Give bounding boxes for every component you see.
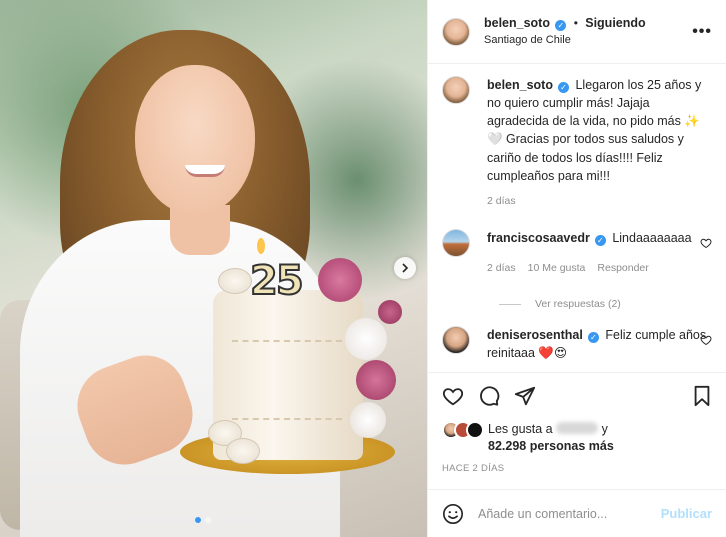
woman-face [135,65,255,215]
avatar[interactable] [442,228,470,257]
likes-prefix: Les gusta a [488,422,553,436]
verified-badge-icon: ✓ [587,332,599,344]
post-viewer: 25 belen_soto ✓ • Siguiendo Santiago de … [0,0,726,537]
macaron [226,438,260,464]
likes-summary[interactable]: Les gusta a y 82.298 personas más [442,421,712,455]
author-username[interactable]: belen_soto [484,16,550,30]
post-header: belen_soto ✓ • Siguiendo Santiago de Chi… [428,0,726,64]
comment-time[interactable]: 2 días [487,261,516,276]
blurred-username [556,422,599,434]
carousel-dots [195,517,211,523]
like-comment-heart-icon[interactable] [700,237,712,249]
post-side-panel: belen_soto ✓ • Siguiendo Santiago de Chi… [427,0,726,537]
pink-rose [356,360,396,400]
separator-dot: • [573,16,578,31]
avatar [466,421,484,439]
caption: belen_soto ✓ Llegaron los 25 años y no qu… [442,76,712,209]
caption-meta: 2 días [487,194,712,209]
carousel-dot [205,517,211,523]
comments-list[interactable]: belen_soto ✓ Llegaron los 25 años y no qu… [428,64,726,372]
comment-username[interactable]: franciscosaavedr [487,231,590,245]
smile [185,165,225,177]
save-bookmark-icon[interactable] [692,385,712,407]
more-options-icon[interactable]: ••• [692,23,712,41]
verified-badge-icon: ✓ [594,234,606,246]
comment-bubble-icon[interactable] [478,385,500,407]
avatar[interactable] [442,17,470,46]
location-link[interactable]: Santiago de Chile [484,33,692,48]
view-replies-label: Ver respuestas (2) [535,298,621,311]
comment-input[interactable]: Añade un comentario... [478,507,661,521]
caption-username[interactable]: belen_soto [487,78,553,92]
next-photo-button[interactable] [394,257,416,279]
add-comment-bar: Añade un comentario... Publicar [428,489,726,537]
macaron [218,268,252,294]
caption-text: Llegaron los 25 años y no quiero cumplir… [487,78,702,183]
likes-count[interactable]: 82.298 personas más [488,439,614,453]
avatar[interactable] [442,326,470,355]
liker-avatars [442,421,488,441]
pink-rose [318,258,362,302]
verified-badge-icon: ✓ [555,20,567,32]
white-flower [345,318,387,360]
verified-badge-icon: ✓ [558,82,569,93]
reply-button[interactable]: Responder [597,261,648,276]
comment-username[interactable]: deniserosenthal [487,328,583,342]
pink-rose [378,300,402,324]
comment-text: Lindaaaaaaaa [612,230,692,245]
chevron-right-icon [402,263,409,273]
emoji-smiley-icon[interactable] [442,503,464,525]
like-comment-heart-icon[interactable] [700,334,712,346]
white-flower [350,402,386,438]
post-timestamp[interactable]: HACE 2 DÍAS [442,463,712,474]
comment-likes[interactable]: 10 Me gusta [528,261,586,276]
caption-time[interactable]: 2 días [487,194,516,209]
comment: franciscosaavedr ✓ Lindaaaaaaaa 2 días 10… [442,228,712,276]
likes-suffix: y [601,422,608,436]
avatar[interactable] [442,76,470,104]
comment: deniserosenthal ✓ Feliz cumple años reini… [442,326,712,362]
author-info: belen_soto ✓ • Siguiendo Santiago de Chi… [484,15,692,48]
following-button[interactable]: Siguiendo [585,16,645,30]
share-paper-plane-icon[interactable] [514,385,536,407]
number-candle: 25 [249,257,305,305]
comment-meta: 2 días 10 Me gusta Responder [487,261,712,276]
like-heart-icon[interactable] [442,385,464,407]
likes-text: Les gusta a y 82.298 personas más [488,421,614,455]
action-bar [442,385,712,407]
cake-lettering [232,340,342,420]
candle-flame [257,238,265,254]
publish-button[interactable]: Publicar [661,506,712,521]
carousel-dot [195,517,201,523]
post-photo[interactable]: 25 [0,0,427,537]
view-replies-button[interactable]: Ver respuestas (2) [499,298,712,310]
replies-divider [499,303,521,305]
